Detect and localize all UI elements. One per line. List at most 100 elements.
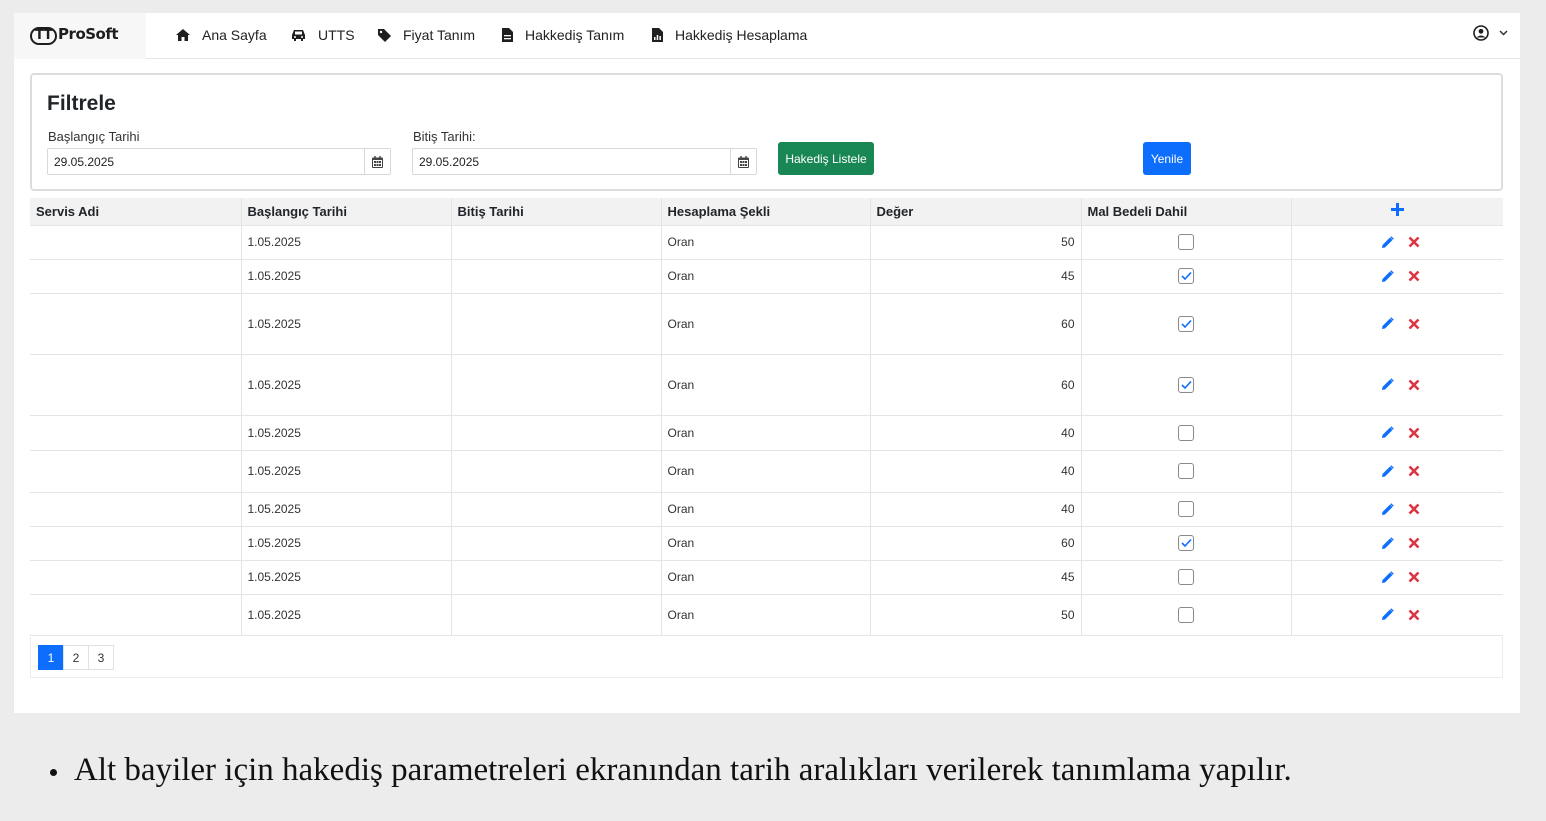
table-row: 1.05.2025 Oran 45 [30, 258, 1503, 293]
cell-bitis [450, 414, 661, 450]
nav-utts[interactable]: UTTS [291, 25, 355, 45]
col-header-hesaplama[interactable]: Hesaplama Şekli [660, 198, 870, 225]
pagination: 1 2 3 [38, 645, 114, 670]
cell-actions [1290, 292, 1503, 354]
col-header-deger[interactable]: Değer [869, 198, 1081, 225]
delete-icon[interactable] [1408, 427, 1420, 439]
cell-bitis [450, 525, 661, 560]
add-icon[interactable] [1390, 203, 1404, 217]
mal-bedeli-checkbox[interactable] [1178, 535, 1194, 551]
delete-icon[interactable] [1408, 270, 1420, 282]
cell-mal-bedeli [1080, 292, 1291, 354]
cell-deger: 50 [869, 224, 1081, 259]
mal-bedeli-checkbox[interactable] [1178, 569, 1194, 585]
page-link-1[interactable]: 1 [38, 645, 64, 670]
edit-icon[interactable] [1381, 502, 1394, 516]
caption-text: Alt bayiler için hakediş parametreleri e… [74, 752, 1292, 788]
cell-mal-bedeli [1080, 491, 1291, 526]
nav-home-label: Ana Sayfa [202, 27, 267, 43]
cell-baslangic: 1.05.2025 [240, 224, 451, 259]
cell-baslangic: 1.05.2025 [240, 559, 451, 594]
edit-icon[interactable] [1381, 536, 1394, 550]
cell-servis-adi [30, 353, 241, 415]
cell-mal-bedeli [1080, 449, 1291, 492]
table-row: 1.05.2025 Oran 40 [30, 414, 1503, 450]
cell-actions [1290, 414, 1503, 450]
cell-actions [1290, 559, 1503, 594]
document-icon [502, 28, 513, 42]
col-header-baslangic[interactable]: Başlangıç Tarihi [240, 198, 451, 225]
end-date-input[interactable]: 29.05.2025 [412, 148, 757, 175]
nav-home[interactable]: Ana Sayfa [176, 25, 267, 45]
edit-icon[interactable] [1381, 317, 1394, 330]
logo-tt: TT [30, 27, 58, 45]
col-header-servis-adi[interactable]: Servis Adi [30, 198, 241, 225]
yenile-button[interactable]: Yenile [1143, 142, 1191, 175]
cell-servis-adi [30, 449, 241, 492]
delete-icon[interactable] [1408, 379, 1420, 391]
mal-bedeli-checkbox[interactable] [1178, 463, 1194, 479]
pagination-area: 1 2 3 [30, 637, 1503, 678]
cell-servis-adi [30, 258, 241, 293]
start-date-label: Başlangıç Tarihi [48, 129, 140, 144]
cell-actions [1290, 224, 1503, 259]
mal-bedeli-checkbox[interactable] [1178, 501, 1194, 517]
calendar-icon[interactable] [364, 149, 390, 174]
cell-deger: 40 [869, 414, 1081, 450]
table-row: 1.05.2025 Oran 50 [30, 224, 1503, 259]
cell-deger: 60 [869, 353, 1081, 415]
mal-bedeli-checkbox[interactable] [1178, 606, 1194, 623]
logo-mark: TT ProSoft [30, 25, 119, 45]
cell-deger: 40 [869, 491, 1081, 526]
end-date-label: Bitiş Tarihi: [413, 129, 476, 144]
edit-icon[interactable] [1381, 464, 1394, 478]
delete-icon[interactable] [1408, 465, 1420, 477]
hakedis-listele-button[interactable]: Hakediş Listele [778, 142, 874, 175]
mal-bedeli-checkbox[interactable] [1178, 268, 1194, 284]
calendar-icon[interactable] [730, 149, 756, 174]
edit-icon[interactable] [1381, 235, 1394, 249]
cell-mal-bedeli [1080, 593, 1291, 636]
start-date-input[interactable]: 29.05.2025 [47, 148, 391, 175]
mal-bedeli-checkbox[interactable] [1178, 376, 1194, 393]
cell-deger: 60 [869, 292, 1081, 354]
user-menu[interactable] [1473, 25, 1508, 41]
col-header-bitis[interactable]: Bitiş Tarihi [450, 198, 661, 225]
tag-icon [378, 28, 391, 42]
page-link-3[interactable]: 3 [88, 645, 114, 670]
cell-deger: 60 [869, 525, 1081, 560]
mal-bedeli-checkbox[interactable] [1178, 315, 1194, 332]
edit-icon[interactable] [1381, 608, 1394, 621]
edit-icon[interactable] [1381, 426, 1394, 439]
mal-bedeli-checkbox[interactable] [1178, 424, 1194, 441]
delete-icon[interactable] [1408, 318, 1420, 330]
nav-hakkedis-tanim[interactable]: Hakkediş Tanım [502, 25, 624, 45]
cell-baslangic: 1.05.2025 [240, 353, 451, 415]
page-link-2[interactable]: 2 [63, 645, 89, 670]
edit-icon[interactable] [1381, 269, 1394, 283]
cell-deger: 45 [869, 559, 1081, 594]
cell-baslangic: 1.05.2025 [240, 491, 451, 526]
table-header-row: Servis Adi Başlangıç Tarihi Bitiş Tarihi… [30, 198, 1503, 225]
nav-fiyat-tanim[interactable]: Fiyat Tanım [378, 25, 475, 45]
edit-icon[interactable] [1381, 570, 1394, 584]
logo[interactable]: TT ProSoft [14, 13, 146, 59]
bullet-dot [50, 769, 57, 776]
cell-mal-bedeli [1080, 258, 1291, 293]
delete-icon[interactable] [1408, 236, 1420, 248]
table-row: 1.05.2025 Oran 60 [30, 525, 1503, 560]
delete-icon[interactable] [1408, 503, 1420, 515]
delete-icon[interactable] [1408, 537, 1420, 549]
nav-hakkedis-hesaplama[interactable]: Hakkediş Hesaplama [652, 25, 807, 45]
cell-bitis [450, 559, 661, 594]
delete-icon[interactable] [1408, 571, 1420, 583]
table-row: 1.05.2025 Oran 60 [30, 292, 1503, 354]
mal-bedeli-checkbox[interactable] [1178, 234, 1194, 250]
col-header-mal-bedeli[interactable]: Mal Bedeli Dahil [1080, 198, 1291, 225]
edit-icon[interactable] [1381, 378, 1394, 391]
cell-servis-adi [30, 593, 241, 636]
nav-hakkedis-tanim-label: Hakkediş Tanım [525, 27, 625, 43]
cell-bitis [450, 353, 661, 415]
delete-icon[interactable] [1408, 609, 1420, 621]
car-icon [292, 30, 305, 41]
